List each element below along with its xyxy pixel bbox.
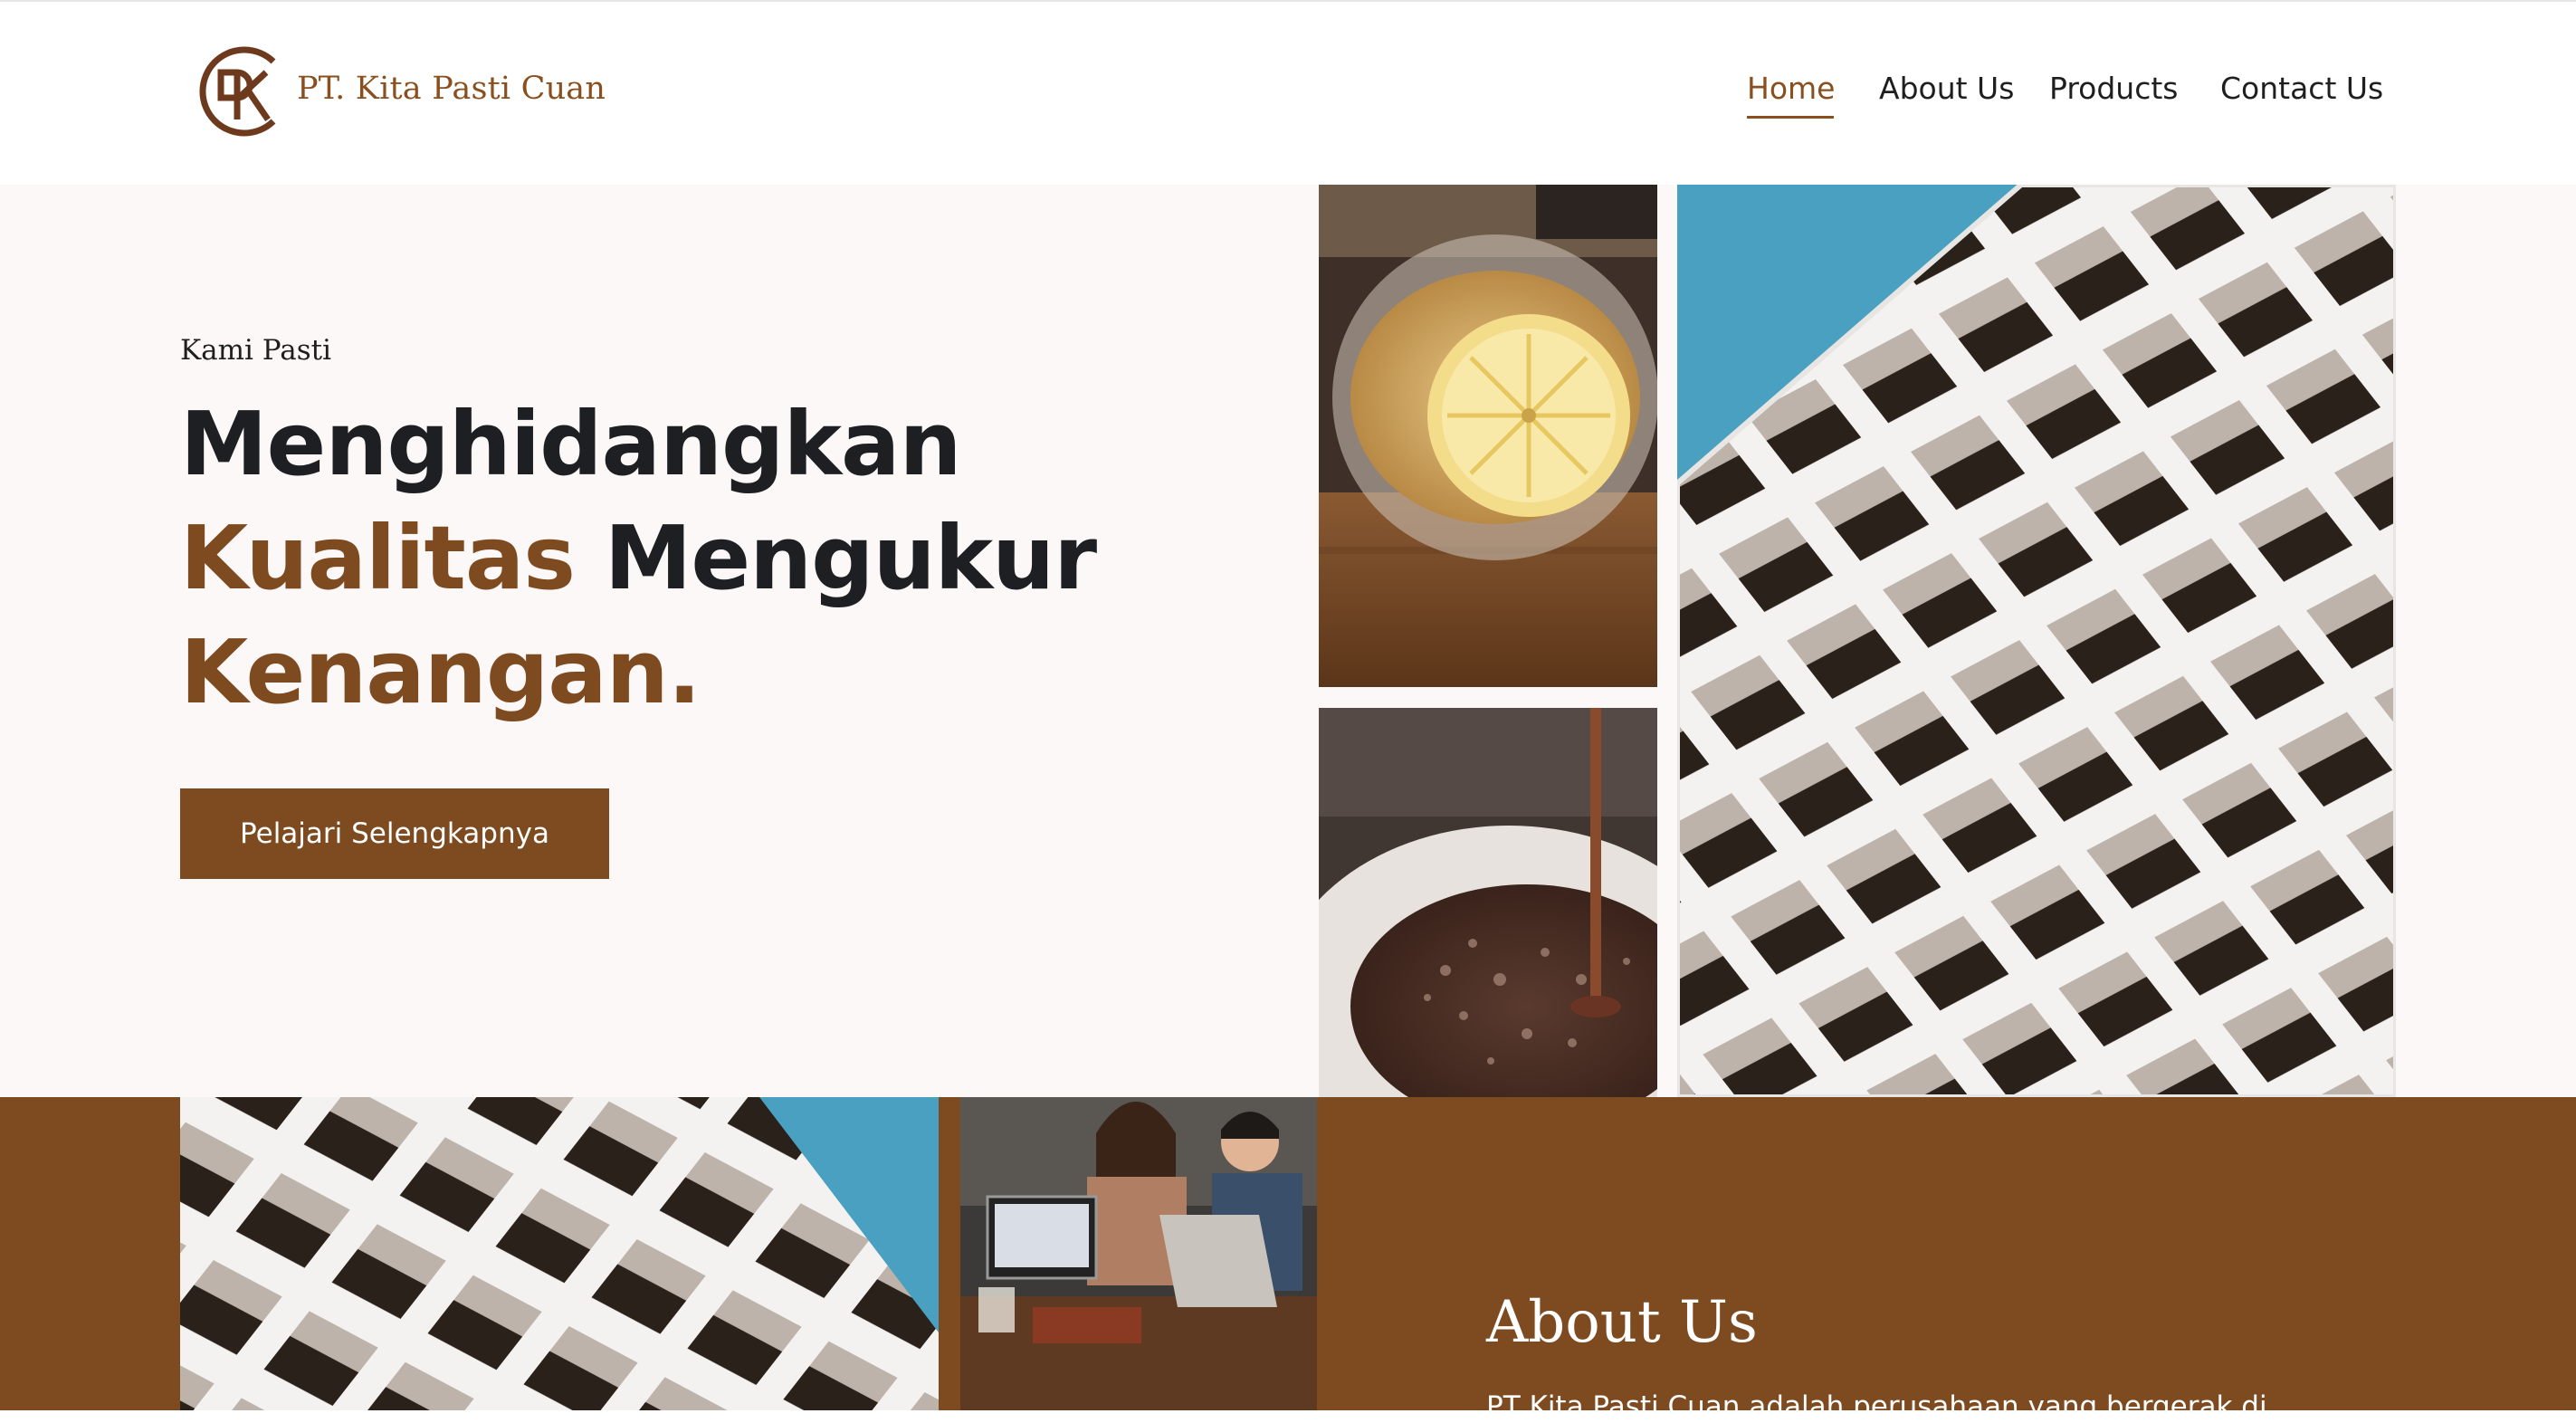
building-facade-image xyxy=(1677,185,2396,1097)
hero-headline: Menghidangkan Kualitas Mengukur Kenangan… xyxy=(180,387,1097,730)
headline-line-1: Menghidangkan xyxy=(180,393,962,495)
brand-name[interactable]: PT. Kita Pasti Cuan xyxy=(297,71,606,107)
about-title: About Us xyxy=(1486,1289,1758,1356)
headline-line-3: Kenangan. xyxy=(180,621,701,723)
tea-with-lemon-image xyxy=(1319,185,1657,687)
headline-line-2: Kualitas Mengukur xyxy=(180,501,1097,616)
hero-eyebrow: Kami Pasti xyxy=(180,334,332,367)
headline-line-2-rest: Mengukur xyxy=(575,507,1097,609)
coffee-pour-image xyxy=(1319,708,1657,1097)
nav-home[interactable]: Home xyxy=(1747,71,1835,106)
people-working-image xyxy=(960,1097,1317,1410)
headline-accent-word: Kualitas xyxy=(180,507,576,609)
nav-contact-us[interactable]: Contact Us xyxy=(2220,71,2383,106)
nav-about-us[interactable]: About Us xyxy=(1879,71,2014,106)
nav-active-underline xyxy=(1747,116,1834,119)
about-description: PT Kita Pasti Cuan adalah perusahaan yan… xyxy=(1486,1390,2267,1423)
nav-products[interactable]: Products xyxy=(2049,71,2179,106)
learn-more-button[interactable]: Pelajari Selengkapnya xyxy=(180,788,609,879)
building-facade-image-2 xyxy=(180,1097,939,1410)
brand-logo-icon[interactable] xyxy=(194,42,290,141)
